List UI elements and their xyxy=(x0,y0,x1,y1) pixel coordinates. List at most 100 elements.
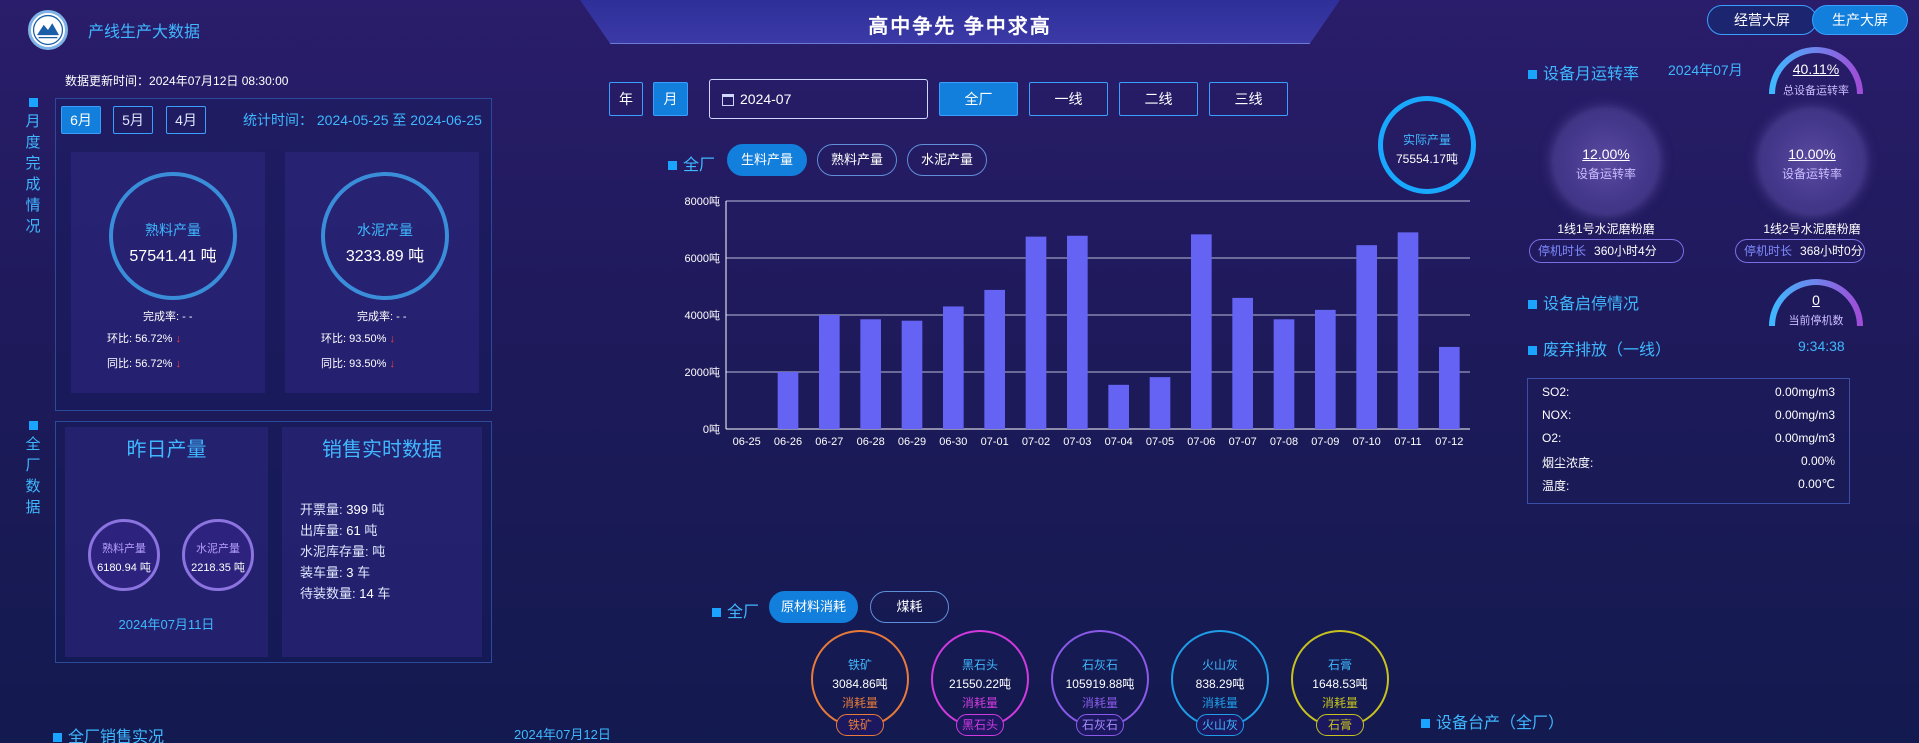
plant-side-label-text: 全厂数据 xyxy=(25,436,41,516)
section-marker-icon xyxy=(28,421,38,430)
calendar-icon xyxy=(722,94,734,107)
tab-clinker-output[interactable]: 熟料产量 xyxy=(817,144,897,176)
stopped-count-value: 0 xyxy=(1812,292,1820,308)
company-logo xyxy=(28,10,68,50)
cement-yoy: 同比: 93.50% ↓ xyxy=(321,358,396,370)
chart-bar xyxy=(943,306,964,429)
cement-month-card: 水泥产量 3233.89 吨 完成率: - - 环比: 93.50% ↓ 同比:… xyxy=(285,152,479,393)
material-limestone-tag: 石灰石 xyxy=(1076,714,1124,736)
chart-y-tick-label: 2000吨 xyxy=(685,366,720,379)
yesterday-cement-ring: 水泥产量 2218.35 吨 xyxy=(182,519,254,591)
sales-row: 待装数量: 14 车 xyxy=(300,586,391,601)
mill-1-rate-label: 设备运转率 xyxy=(1575,167,1636,181)
period-year-button[interactable]: 年 xyxy=(609,82,643,116)
chart-bar xyxy=(819,315,840,429)
emission-row: 温度: 0.00℃ xyxy=(1542,477,1835,493)
yesterday-clinker-name: 熟料产量 xyxy=(102,543,146,555)
sales-row: 出库量: 61 吨 xyxy=(300,523,378,538)
actual-output-label: 实际产量 xyxy=(1402,133,1451,147)
cement-month-value: 3233.89 吨 xyxy=(345,248,425,265)
total-rate-value: 40.11% xyxy=(1792,61,1840,77)
month-tab-5[interactable]: 5月 xyxy=(113,106,153,134)
mill-1-stop-duration: 停机时长 360小时4分 xyxy=(1529,239,1684,263)
monthly-side-label-text: 月度完成情况 xyxy=(25,113,41,235)
chart-x-tick-label: 07-05 xyxy=(1146,436,1174,448)
mill-2-name: 1线2号水泥磨粉磨 xyxy=(1763,222,1861,236)
chart-bar xyxy=(1397,232,1419,429)
production-screen-button[interactable]: 生产大屏 xyxy=(1812,5,1908,35)
plant-side-label: 全厂数据 xyxy=(25,421,41,518)
arrow-down-icon: ↓ xyxy=(389,333,396,345)
system-title: 产线生产大数据 xyxy=(88,24,201,41)
month-tab-4[interactable]: 4月 xyxy=(166,106,206,134)
tab-coal-consumption[interactable]: 煤耗 xyxy=(870,591,949,623)
clinker-month-ring: 熟料产量 57541.41 吨 xyxy=(109,172,237,300)
chart-bar xyxy=(1067,235,1088,429)
chart-y-tick-label: 4000吨 xyxy=(685,309,720,322)
emission-row: SO2: 0.00mg/m3 xyxy=(1542,385,1835,399)
chart-x-tick-label: 06-27 xyxy=(815,436,843,448)
mill-1-name: 1线1号水泥磨粉磨 xyxy=(1557,222,1655,236)
chart-bar xyxy=(1439,346,1460,429)
clinker-yoy: 同比: 56.72% ↓ xyxy=(107,358,182,370)
period-month-button[interactable]: 月 xyxy=(653,82,688,116)
business-screen-button[interactable]: 经营大屏 xyxy=(1707,5,1817,35)
start-stop-title: 设备启停情况 xyxy=(1528,290,1639,314)
line-tab-all[interactable]: 全厂 xyxy=(939,82,1018,116)
actual-output-ring: 实际产量 75554.17吨 xyxy=(1378,96,1476,194)
clinker-mom: 环比: 56.72% ↓ xyxy=(107,333,182,345)
material-black-stone-tag: 黑石头 xyxy=(956,714,1004,736)
mill-1-rate-ring: 12.00% 设备运转率 xyxy=(1554,110,1658,214)
equipment-rate-title: 设备月运转率 xyxy=(1528,60,1639,84)
arrow-down-icon: ↓ xyxy=(175,333,182,345)
arrow-down-icon: ↓ xyxy=(175,358,182,370)
consumption-scope-label: 全厂 xyxy=(712,598,759,622)
production-bar-chart: 0吨 2000吨 4000吨 6000吨 8000吨 06-25 06-26 06-27 06-… xyxy=(680,190,1480,460)
chart-x-tick-label: 07-09 xyxy=(1311,436,1339,448)
yesterday-date: 2024年07月11日 xyxy=(118,617,215,632)
date-picker-value: 2024-07 xyxy=(740,91,792,107)
chart-y-tick-label: 6000吨 xyxy=(685,252,720,265)
sales-row: 开票量: 399 吨 xyxy=(300,502,385,517)
chart-bar xyxy=(1025,236,1047,429)
clinker-month-value: 57541.41 吨 xyxy=(129,248,217,265)
production-scope-label: 全厂 xyxy=(668,151,715,175)
page-slogan: 高中争先 争中求高 xyxy=(868,16,1052,38)
tab-raw-material-consumption[interactable]: 原材料消耗 xyxy=(769,591,858,623)
chart-x-tick-label: 07-01 xyxy=(981,436,1009,448)
yesterday-cement-value: 2218.35 吨 xyxy=(191,562,245,574)
chart-x-tick-label: 07-06 xyxy=(1187,436,1215,448)
mountain-logo-icon xyxy=(32,14,64,46)
cement-month-ring: 水泥产量 3233.89 吨 xyxy=(321,172,449,300)
date-picker-input[interactable]: 2024-07 xyxy=(709,79,928,119)
mill-2-stop-duration: 停机时长 368小时0分 xyxy=(1735,239,1865,263)
arrow-down-icon: ↓ xyxy=(389,358,396,370)
chart-x-tick-label: 06-26 xyxy=(774,436,802,448)
mill-2-rate-label: 设备运转率 xyxy=(1781,167,1842,181)
chart-y-tick-label: 0吨 xyxy=(703,423,720,436)
chart-bar xyxy=(1273,319,1295,429)
clinker-month-name: 熟料产量 xyxy=(145,222,201,238)
chart-x-tick-label: 07-10 xyxy=(1353,436,1381,448)
tab-raw-meal-output[interactable]: 生料产量 xyxy=(727,144,807,176)
chart-x-tick-label: 07-08 xyxy=(1270,436,1298,448)
chart-x-tick-label: 07-07 xyxy=(1229,436,1257,448)
update-time-value: 2024年07月12日 08:30:00 xyxy=(149,74,289,88)
line-tab-2[interactable]: 二线 xyxy=(1119,82,1198,116)
month-tab-6[interactable]: 6月 xyxy=(61,106,101,134)
chart-x-tick-label: 06-30 xyxy=(939,436,967,448)
line-tab-3[interactable]: 三线 xyxy=(1209,82,1288,116)
tab-cement-output[interactable]: 水泥产量 xyxy=(907,144,987,176)
sales-row: 装车量: 3 车 xyxy=(300,565,371,580)
yesterday-title: 昨日产量 xyxy=(126,439,207,461)
chart-bar xyxy=(1149,377,1171,429)
chart-x-tick-label: 07-04 xyxy=(1105,436,1133,448)
chart-x-tick-label: 07-03 xyxy=(1063,436,1091,448)
emission-row: NOX: 0.00mg/m3 xyxy=(1542,408,1835,422)
chart-bar xyxy=(1315,309,1336,429)
emission-row: O2: 0.00mg/m3 xyxy=(1542,431,1835,445)
yesterday-clinker-ring: 熟料产量 6180.94 吨 xyxy=(88,519,160,591)
update-time: 数据更新时间：2024年07月12日 08:30:00 xyxy=(65,72,288,89)
sales-title: 销售实时数据 xyxy=(322,439,442,461)
line-tab-1[interactable]: 一线 xyxy=(1029,82,1108,116)
